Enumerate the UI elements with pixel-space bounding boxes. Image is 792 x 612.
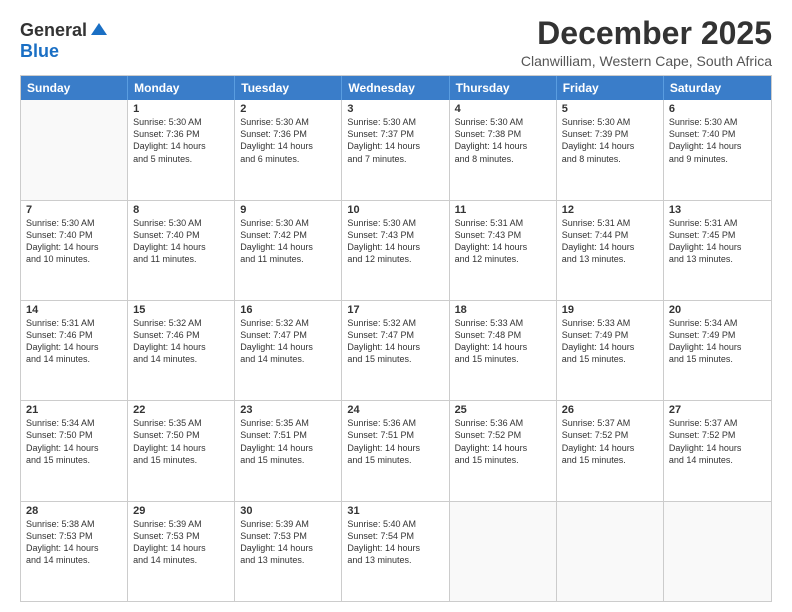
header-wednesday: Wednesday [342,76,449,100]
cell-dec-23: 23 Sunrise: 5:35 AMSunset: 7:51 PMDaylig… [235,401,342,500]
week-row-2: 7 Sunrise: 5:30 AMSunset: 7:40 PMDayligh… [21,200,771,300]
cell-dec-4: 4 Sunrise: 5:30 AMSunset: 7:38 PMDayligh… [450,100,557,199]
header-tuesday: Tuesday [235,76,342,100]
cell-dec-9: 9 Sunrise: 5:30 AMSunset: 7:42 PMDayligh… [235,201,342,300]
logo-blue: Blue [20,41,59,61]
cell-empty-1 [21,100,128,199]
cell-dec-7: 7 Sunrise: 5:30 AMSunset: 7:40 PMDayligh… [21,201,128,300]
cell-empty-2 [450,502,557,601]
cell-empty-4 [664,502,771,601]
cell-dec-24: 24 Sunrise: 5:36 AMSunset: 7:51 PMDaylig… [342,401,449,500]
header: General Blue December 2025 Clanwilliam, … [20,16,772,69]
cell-dec-6: 6 Sunrise: 5:30 AMSunset: 7:40 PMDayligh… [664,100,771,199]
header-sunday: Sunday [21,76,128,100]
page: General Blue December 2025 Clanwilliam, … [0,0,792,612]
cell-dec-19: 19 Sunrise: 5:33 AMSunset: 7:49 PMDaylig… [557,301,664,400]
cell-dec-13: 13 Sunrise: 5:31 AMSunset: 7:45 PMDaylig… [664,201,771,300]
cell-dec-1: 1 Sunrise: 5:30 AMSunset: 7:36 PMDayligh… [128,100,235,199]
cell-dec-3: 3 Sunrise: 5:30 AMSunset: 7:37 PMDayligh… [342,100,449,199]
subtitle: Clanwilliam, Western Cape, South Africa [521,53,772,69]
cell-dec-21: 21 Sunrise: 5:34 AMSunset: 7:50 PMDaylig… [21,401,128,500]
title-block: December 2025 Clanwilliam, Western Cape,… [521,16,772,69]
cell-dec-27: 27 Sunrise: 5:37 AMSunset: 7:52 PMDaylig… [664,401,771,500]
week-row-5: 28 Sunrise: 5:38 AMSunset: 7:53 PMDaylig… [21,501,771,601]
logo-icon [89,21,109,41]
header-thursday: Thursday [450,76,557,100]
cell-dec-26: 26 Sunrise: 5:37 AMSunset: 7:52 PMDaylig… [557,401,664,500]
week-row-1: 1 Sunrise: 5:30 AMSunset: 7:36 PMDayligh… [21,100,771,199]
week-row-3: 14 Sunrise: 5:31 AMSunset: 7:46 PMDaylig… [21,300,771,400]
logo: General Blue [20,20,109,62]
calendar-body: 1 Sunrise: 5:30 AMSunset: 7:36 PMDayligh… [21,100,771,601]
month-title: December 2025 [521,16,772,51]
cell-dec-22: 22 Sunrise: 5:35 AMSunset: 7:50 PMDaylig… [128,401,235,500]
cell-dec-28: 28 Sunrise: 5:38 AMSunset: 7:53 PMDaylig… [21,502,128,601]
cell-dec-20: 20 Sunrise: 5:34 AMSunset: 7:49 PMDaylig… [664,301,771,400]
week-row-4: 21 Sunrise: 5:34 AMSunset: 7:50 PMDaylig… [21,400,771,500]
cell-dec-8: 8 Sunrise: 5:30 AMSunset: 7:40 PMDayligh… [128,201,235,300]
cell-dec-2: 2 Sunrise: 5:30 AMSunset: 7:36 PMDayligh… [235,100,342,199]
cell-dec-17: 17 Sunrise: 5:32 AMSunset: 7:47 PMDaylig… [342,301,449,400]
header-saturday: Saturday [664,76,771,100]
logo-general: General [20,20,87,41]
calendar-header: Sunday Monday Tuesday Wednesday Thursday… [21,76,771,100]
cell-dec-12: 12 Sunrise: 5:31 AMSunset: 7:44 PMDaylig… [557,201,664,300]
cell-dec-14: 14 Sunrise: 5:31 AMSunset: 7:46 PMDaylig… [21,301,128,400]
calendar: Sunday Monday Tuesday Wednesday Thursday… [20,75,772,602]
cell-dec-11: 11 Sunrise: 5:31 AMSunset: 7:43 PMDaylig… [450,201,557,300]
cell-empty-3 [557,502,664,601]
cell-dec-30: 30 Sunrise: 5:39 AMSunset: 7:53 PMDaylig… [235,502,342,601]
cell-dec-15: 15 Sunrise: 5:32 AMSunset: 7:46 PMDaylig… [128,301,235,400]
header-monday: Monday [128,76,235,100]
header-friday: Friday [557,76,664,100]
cell-dec-18: 18 Sunrise: 5:33 AMSunset: 7:48 PMDaylig… [450,301,557,400]
cell-dec-29: 29 Sunrise: 5:39 AMSunset: 7:53 PMDaylig… [128,502,235,601]
cell-dec-10: 10 Sunrise: 5:30 AMSunset: 7:43 PMDaylig… [342,201,449,300]
cell-dec-16: 16 Sunrise: 5:32 AMSunset: 7:47 PMDaylig… [235,301,342,400]
cell-dec-25: 25 Sunrise: 5:36 AMSunset: 7:52 PMDaylig… [450,401,557,500]
cell-dec-5: 5 Sunrise: 5:30 AMSunset: 7:39 PMDayligh… [557,100,664,199]
cell-dec-31: 31 Sunrise: 5:40 AMSunset: 7:54 PMDaylig… [342,502,449,601]
